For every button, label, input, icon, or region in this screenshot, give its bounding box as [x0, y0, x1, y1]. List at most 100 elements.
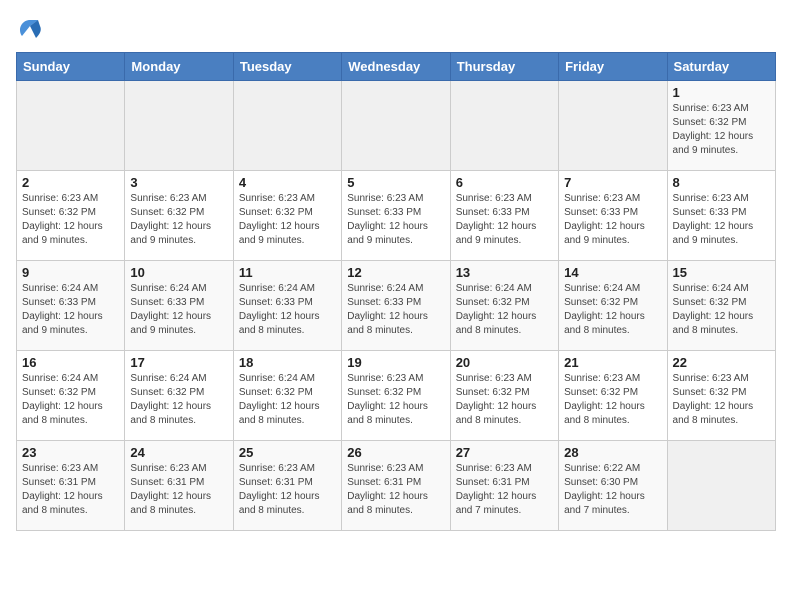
day-number: 1: [673, 85, 770, 100]
day-number: 7: [564, 175, 661, 190]
calendar-cell: 21 Sunrise: 6:23 AMSunset: 6:32 PMDayligh…: [559, 351, 667, 441]
day-info: Sunrise: 6:23 AMSunset: 6:32 PMDaylight:…: [347, 372, 444, 428]
calendar-cell: [667, 441, 775, 531]
day-number: 8: [673, 175, 770, 190]
calendar-week-row: 2 Sunrise: 6:23 AMSunset: 6:32 PMDaylight…: [17, 171, 776, 261]
calendar-cell: 23 Sunrise: 6:23 AMSunset: 6:31 PMDayligh…: [17, 441, 125, 531]
calendar-cell: 12 Sunrise: 6:24 AMSunset: 6:33 PMDayligh…: [342, 261, 450, 351]
calendar-cell: 14 Sunrise: 6:24 AMSunset: 6:32 PMDayligh…: [559, 261, 667, 351]
calendar-cell: 27 Sunrise: 6:23 AMSunset: 6:31 PMDayligh…: [450, 441, 558, 531]
day-info: Sunrise: 6:24 AMSunset: 6:32 PMDaylight:…: [239, 372, 336, 428]
calendar-cell: 17 Sunrise: 6:24 AMSunset: 6:32 PMDayligh…: [125, 351, 233, 441]
day-number: 18: [239, 355, 336, 370]
day-info: Sunrise: 6:24 AMSunset: 6:32 PMDaylight:…: [673, 282, 770, 338]
day-number: 5: [347, 175, 444, 190]
calendar-cell: 26 Sunrise: 6:23 AMSunset: 6:31 PMDayligh…: [342, 441, 450, 531]
day-number: 10: [130, 265, 227, 280]
calendar-week-row: 9 Sunrise: 6:24 AMSunset: 6:33 PMDaylight…: [17, 261, 776, 351]
calendar-cell: 25Sunrise: 6:23 AMSunset: 6:31 PMDayligh…: [233, 441, 341, 531]
calendar-cell: 28 Sunrise: 6:22 AMSunset: 6:30 PMDayligh…: [559, 441, 667, 531]
day-info: Sunrise: 6:24 AMSunset: 6:32 PMDaylight:…: [22, 372, 119, 428]
day-info: Sunrise: 6:23 AMSunset: 6:33 PMDaylight:…: [673, 192, 770, 248]
day-number: 4: [239, 175, 336, 190]
calendar-cell: [559, 81, 667, 171]
day-info: Sunrise: 6:24 AMSunset: 6:33 PMDaylight:…: [130, 282, 227, 338]
day-info: Sunrise: 6:23 AMSunset: 6:32 PMDaylight:…: [456, 372, 553, 428]
calendar-cell: 1 Sunrise: 6:23 AMSunset: 6:32 PMDaylight…: [667, 81, 775, 171]
day-info: Sunrise: 6:23 AMSunset: 6:32 PMDaylight:…: [673, 102, 770, 158]
calendar-cell: 4 Sunrise: 6:23 AMSunset: 6:32 PMDaylight…: [233, 171, 341, 261]
logo-icon: [16, 16, 44, 44]
weekday-header: Tuesday: [233, 53, 341, 81]
calendar-cell: 3 Sunrise: 6:23 AMSunset: 6:32 PMDaylight…: [125, 171, 233, 261]
day-number: 12: [347, 265, 444, 280]
calendar-cell: [233, 81, 341, 171]
calendar-week-row: 1 Sunrise: 6:23 AMSunset: 6:32 PMDaylight…: [17, 81, 776, 171]
day-number: 26: [347, 445, 444, 460]
day-number: 21: [564, 355, 661, 370]
calendar-cell: 10 Sunrise: 6:24 AMSunset: 6:33 PMDayligh…: [125, 261, 233, 351]
weekday-header: Sunday: [17, 53, 125, 81]
calendar-header: SundayMondayTuesdayWednesdayThursdayFrid…: [17, 53, 776, 81]
day-info: Sunrise: 6:23 AMSunset: 6:32 PMDaylight:…: [673, 372, 770, 428]
calendar-cell: 7 Sunrise: 6:23 AMSunset: 6:33 PMDaylight…: [559, 171, 667, 261]
day-number: 14: [564, 265, 661, 280]
logo: [16, 16, 48, 44]
day-info: Sunrise: 6:23 AMSunset: 6:32 PMDaylight:…: [564, 372, 661, 428]
day-number: 9: [22, 265, 119, 280]
calendar-week-row: 16Sunrise: 6:24 AMSunset: 6:32 PMDayligh…: [17, 351, 776, 441]
calendar-cell: 19 Sunrise: 6:23 AMSunset: 6:32 PMDayligh…: [342, 351, 450, 441]
calendar-cell: 16Sunrise: 6:24 AMSunset: 6:32 PMDayligh…: [17, 351, 125, 441]
day-info: Sunrise: 6:24 AMSunset: 6:32 PMDaylight:…: [130, 372, 227, 428]
day-info: Sunrise: 6:23 AMSunset: 6:31 PMDaylight:…: [347, 462, 444, 518]
calendar-body: 1 Sunrise: 6:23 AMSunset: 6:32 PMDaylight…: [17, 81, 776, 531]
day-info: Sunrise: 6:24 AMSunset: 6:32 PMDaylight:…: [564, 282, 661, 338]
day-info: Sunrise: 6:23 AMSunset: 6:31 PMDaylight:…: [22, 462, 119, 518]
day-number: 6: [456, 175, 553, 190]
day-info: Sunrise: 6:24 AMSunset: 6:33 PMDaylight:…: [22, 282, 119, 338]
calendar: SundayMondayTuesdayWednesdayThursdayFrid…: [16, 52, 776, 531]
calendar-cell: 18 Sunrise: 6:24 AMSunset: 6:32 PMDayligh…: [233, 351, 341, 441]
day-info: Sunrise: 6:22 AMSunset: 6:30 PMDaylight:…: [564, 462, 661, 518]
calendar-cell: 11 Sunrise: 6:24 AMSunset: 6:33 PMDayligh…: [233, 261, 341, 351]
day-info: Sunrise: 6:23 AMSunset: 6:32 PMDaylight:…: [130, 192, 227, 248]
calendar-cell: 15 Sunrise: 6:24 AMSunset: 6:32 PMDayligh…: [667, 261, 775, 351]
calendar-cell: 24 Sunrise: 6:23 AMSunset: 6:31 PMDayligh…: [125, 441, 233, 531]
day-number: 28: [564, 445, 661, 460]
day-number: 17: [130, 355, 227, 370]
calendar-cell: 5 Sunrise: 6:23 AMSunset: 6:33 PMDaylight…: [342, 171, 450, 261]
day-number: 19: [347, 355, 444, 370]
day-number: 23: [22, 445, 119, 460]
day-number: 24: [130, 445, 227, 460]
day-info: Sunrise: 6:24 AMSunset: 6:33 PMDaylight:…: [347, 282, 444, 338]
day-number: 2: [22, 175, 119, 190]
day-number: 27: [456, 445, 553, 460]
day-info: Sunrise: 6:23 AMSunset: 6:33 PMDaylight:…: [564, 192, 661, 248]
calendar-cell: 2 Sunrise: 6:23 AMSunset: 6:32 PMDaylight…: [17, 171, 125, 261]
day-number: 25: [239, 445, 336, 460]
day-info: Sunrise: 6:24 AMSunset: 6:32 PMDaylight:…: [456, 282, 553, 338]
calendar-cell: [17, 81, 125, 171]
day-info: Sunrise: 6:23 AMSunset: 6:33 PMDaylight:…: [456, 192, 553, 248]
weekday-header: Thursday: [450, 53, 558, 81]
day-number: 15: [673, 265, 770, 280]
day-info: Sunrise: 6:23 AMSunset: 6:33 PMDaylight:…: [347, 192, 444, 248]
weekday-header: Monday: [125, 53, 233, 81]
calendar-cell: 9 Sunrise: 6:24 AMSunset: 6:33 PMDaylight…: [17, 261, 125, 351]
calendar-cell: 8 Sunrise: 6:23 AMSunset: 6:33 PMDaylight…: [667, 171, 775, 261]
calendar-cell: 22Sunrise: 6:23 AMSunset: 6:32 PMDayligh…: [667, 351, 775, 441]
day-info: Sunrise: 6:23 AMSunset: 6:31 PMDaylight:…: [456, 462, 553, 518]
calendar-cell: [342, 81, 450, 171]
weekday-row: SundayMondayTuesdayWednesdayThursdayFrid…: [17, 53, 776, 81]
header: [16, 16, 776, 44]
day-number: 13: [456, 265, 553, 280]
day-info: Sunrise: 6:23 AMSunset: 6:31 PMDaylight:…: [130, 462, 227, 518]
day-number: 3: [130, 175, 227, 190]
day-info: Sunrise: 6:23 AMSunset: 6:32 PMDaylight:…: [22, 192, 119, 248]
calendar-cell: [450, 81, 558, 171]
day-info: Sunrise: 6:24 AMSunset: 6:33 PMDaylight:…: [239, 282, 336, 338]
day-number: 11: [239, 265, 336, 280]
weekday-header: Friday: [559, 53, 667, 81]
day-info: Sunrise: 6:23 AMSunset: 6:32 PMDaylight:…: [239, 192, 336, 248]
weekday-header: Saturday: [667, 53, 775, 81]
